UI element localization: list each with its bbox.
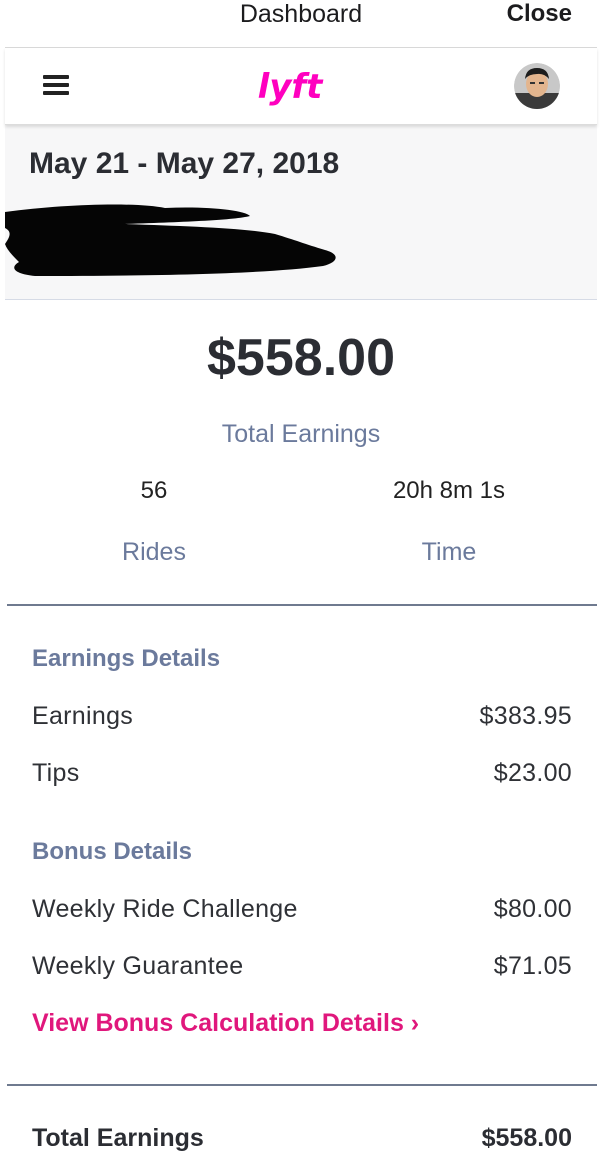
bonus-details-heading: Bonus Details [32,838,193,865]
redaction-mark [5,204,336,276]
earnings-row-label: Earnings [32,702,134,730]
tips-row-value: $23.00 [493,759,572,787]
time-value: 20h 8m 1s [392,477,506,504]
footer-total-label: Total Earnings [32,1124,204,1152]
top-bar: Dashboard Close [0,0,602,48]
earnings-details-heading: Earnings Details [32,645,221,672]
weekly-ride-challenge-value: $80.00 [493,895,572,923]
time-label: Time [421,538,477,566]
earnings-row-value: $383.95 [479,702,572,730]
rides-count: 56 [140,477,168,504]
rides-label: Rides [122,538,186,566]
date-range: May 21 - May 27, 2018 [29,147,340,180]
hamburger-menu-icon[interactable] [43,75,69,95]
tips-row-label: Tips [32,759,80,787]
lyft-logo: lyft [258,67,325,107]
total-earnings-amount: $558.00 [207,329,395,387]
footer-total-value: $558.00 [481,1124,572,1152]
weekly-guarantee-label: Weekly Guarantee [32,952,244,980]
close-button[interactable]: Close [507,0,572,28]
weekly-guarantee-value: $71.05 [493,952,572,980]
view-bonus-calculation-link[interactable]: View Bonus Calculation Details › [32,1009,419,1038]
svg-text:lyft: lyft [258,67,325,107]
total-earnings-label: Total Earnings [221,420,381,448]
week-header: May 21 - May 27, 2018 [5,125,597,300]
app-header: lyft [5,48,597,125]
weekly-ride-challenge-label: Weekly Ride Challenge [32,895,298,923]
avatar[interactable] [514,63,560,109]
footer-divider [7,1084,597,1086]
section-divider [7,604,597,606]
